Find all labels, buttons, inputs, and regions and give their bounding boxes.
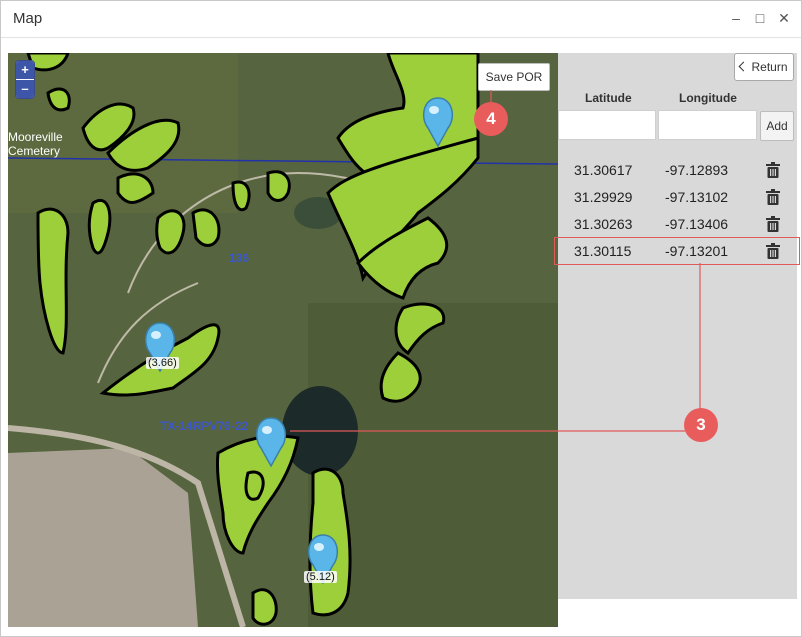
row-longitude: -97.13406 [665, 216, 729, 232]
return-button[interactable]: Return [734, 53, 794, 81]
longitude-header: Longitude [679, 91, 737, 105]
trash-icon[interactable] [766, 216, 780, 232]
map-canvas[interactable]: + – Mooreville Cemetery 136 TX-14RPV76-2… [8, 53, 558, 627]
row-latitude: 31.30617 [574, 162, 633, 178]
zoom-out-button[interactable]: – [16, 80, 34, 98]
title-bar: Map – □ ✕ [1, 1, 801, 38]
close-icon[interactable]: ✕ [775, 8, 793, 28]
longitude-input[interactable] [658, 110, 757, 140]
trash-icon[interactable] [766, 162, 780, 178]
row-latitude: 31.30263 [574, 216, 633, 232]
latitude-header: Latitude [585, 91, 632, 105]
maximize-icon[interactable]: □ [751, 8, 769, 28]
pin-south-label: (5.12) [304, 571, 337, 583]
row-highlight [554, 237, 800, 265]
chevron-left-icon [739, 61, 749, 72]
map-imagery [8, 53, 558, 627]
minimize-icon[interactable]: – [727, 8, 745, 28]
callout-badge-4: 4 [474, 102, 508, 136]
coordinate-row: 31.30263 -97.13406 [558, 211, 797, 237]
row-latitude: 31.29929 [574, 189, 633, 205]
coordinate-row: 31.29929 -97.13102 [558, 184, 797, 210]
parcel-label: TX-14RPV76-22 [160, 419, 249, 433]
cemetery-label-line2: Cemetery [8, 144, 61, 158]
cemetery-label-line1: Mooreville [8, 130, 63, 144]
trash-icon[interactable] [766, 189, 780, 205]
pond [282, 386, 358, 476]
row-longitude: -97.13102 [665, 189, 729, 205]
row-longitude: -97.12893 [665, 162, 729, 178]
callout-badge-3: 3 [684, 408, 718, 442]
latitude-input[interactable] [558, 110, 656, 140]
return-label: Return [751, 60, 788, 74]
pin-west-label: (3.66) [146, 357, 179, 369]
road-label: 136 [229, 251, 250, 265]
window-title: Map [13, 10, 43, 27]
zoom-control: + – [16, 61, 34, 98]
coordinate-row: 31.30617 -97.12893 [558, 157, 797, 183]
save-por-button[interactable]: Save POR [478, 63, 550, 91]
add-button[interactable]: Add [760, 111, 794, 141]
zoom-in-button[interactable]: + [16, 61, 34, 80]
